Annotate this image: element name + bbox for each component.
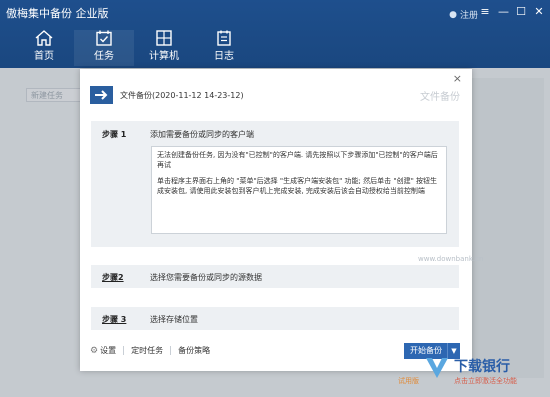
step-3-description: 选择存储位置 <box>150 315 198 324</box>
step-1-number: 步骤 1 <box>102 130 127 139</box>
nav-computers-label: 计算机 <box>149 51 179 62</box>
windows-icon <box>156 30 172 46</box>
step-3-panel[interactable]: 步骤 3 选择存储位置 <box>91 307 459 330</box>
step-1-description: 添加需要备份或同步的客户端 <box>150 130 254 139</box>
dialog-footer: ⚙ 设置 定时任务 备份策略 <box>90 345 210 356</box>
dialog-type-label: 文件备份 <box>420 92 460 103</box>
app-window: 傲梅集中备份 企业版 ● 注册 ≡ — ☐ ✕ 首页 任务 计算机 日志 新建任… <box>0 0 550 397</box>
dialog-header: 文件备份(2020-11-12 14-23-12) × 文件备份 <box>80 69 472 117</box>
message-paragraph-2: 单击程序主界面右上角的 "菜单"后选择 "生成客户端安装包" 功能; 然后单击 … <box>157 177 438 195</box>
step-3-number[interactable]: 步骤 3 <box>102 314 126 325</box>
window-controls: ≡ — ☐ ✕ <box>480 5 544 18</box>
watermark-trial: 试用版 <box>398 377 419 385</box>
message-paragraph-1: 无法创建备份任务, 因为没有"已控制"的客户端. 请先按照以下步骤添加"已控制"… <box>157 151 438 169</box>
footer-divider <box>170 346 172 355</box>
log-icon <box>217 30 231 46</box>
register-link[interactable]: ● 注册 <box>449 8 478 22</box>
register-label: 注册 <box>459 11 478 21</box>
user-icon: ● <box>449 9 457 20</box>
settings-link[interactable]: 设置 <box>100 345 116 356</box>
calendar-check-icon <box>96 30 112 46</box>
step-2-number[interactable]: 步骤2 <box>102 272 124 283</box>
watermark-logo-icon <box>426 358 448 378</box>
header-bar: 傲梅集中备份 企业版 ● 注册 ≡ — ☐ ✕ 首页 任务 计算机 日志 <box>0 0 550 68</box>
step-2-description: 选择您需要备份或同步的源数据 <box>150 273 262 282</box>
watermark-activate: 点击立即激活全功能 <box>454 377 517 385</box>
main-nav: 首页 任务 计算机 日志 <box>14 30 254 66</box>
dialog-title: 文件备份(2020-11-12 14-23-12) <box>120 91 244 100</box>
gear-icon[interactable]: ⚙ <box>90 346 98 356</box>
nav-tasks-label: 任务 <box>94 51 114 62</box>
app-title: 傲梅集中备份 企业版 <box>6 7 109 20</box>
step-2-panel[interactable]: 步骤2 选择您需要备份或同步的源数据 <box>91 265 459 288</box>
nav-tasks[interactable]: 任务 <box>74 30 134 66</box>
schedule-link[interactable]: 定时任务 <box>131 345 163 356</box>
file-backup-dialog: 文件备份(2020-11-12 14-23-12) × 文件备份 步骤 1 添加… <box>80 69 472 371</box>
window-close-icon[interactable]: ✕ <box>534 5 544 18</box>
nav-home-label: 首页 <box>34 51 54 62</box>
nav-logs-label: 日志 <box>214 51 234 62</box>
backup-arrow-icon <box>90 86 113 104</box>
menu-icon[interactable]: ≡ <box>480 5 490 18</box>
nav-computers[interactable]: 计算机 <box>134 30 194 66</box>
step-1-panel: 步骤 1 添加需要备份或同步的客户端 无法创建备份任务, 因为没有"已控制"的客… <box>91 121 459 247</box>
maximize-icon[interactable]: ☐ <box>516 5 526 18</box>
watermark: 下载银行 试用版 点击立即激活全功能 <box>398 352 548 396</box>
nav-logs[interactable]: 日志 <box>194 30 254 66</box>
footer-divider <box>123 346 125 355</box>
watermark-url: www.downbank.cn <box>418 255 484 263</box>
watermark-brand: 下载银行 <box>454 359 510 375</box>
minimize-icon[interactable]: — <box>498 5 509 18</box>
step-1-message-box: 无法创建备份任务, 因为没有"已控制"的客户端. 请先按照以下步骤添加"已控制"… <box>151 146 447 234</box>
home-icon <box>35 30 53 46</box>
dialog-close-icon[interactable]: × <box>453 72 462 85</box>
strategy-link[interactable]: 备份策略 <box>178 345 210 356</box>
nav-home[interactable]: 首页 <box>14 30 74 66</box>
